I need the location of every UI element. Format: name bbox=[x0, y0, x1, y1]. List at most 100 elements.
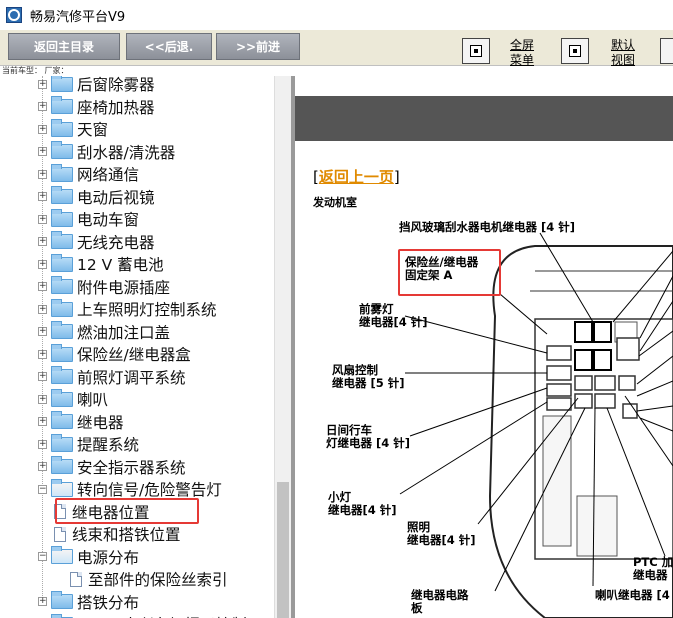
relay-slot bbox=[546, 365, 572, 381]
expand-icon[interactable]: + bbox=[38, 304, 47, 314]
collapse-icon[interactable]: − bbox=[38, 484, 47, 494]
folder-icon bbox=[51, 96, 73, 114]
tree-item[interactable]: + 安全指示器系统 bbox=[38, 456, 186, 478]
relay-slot bbox=[593, 349, 612, 371]
label-windshield-wiper-relay: 挡风玻璃刮水器电机继电器 [4 针] bbox=[399, 220, 576, 234]
fullscreen-menu-label[interactable]: 全屏 菜单 bbox=[510, 38, 534, 68]
label-ptc-relay: PTC 加继电器 bbox=[633, 555, 673, 582]
label-fog-lamp-relay: 前雾灯 继电器[4 针] bbox=[359, 302, 428, 329]
expand-icon[interactable]: + bbox=[38, 327, 47, 336]
title-bar: 畅易汽修平台V9 bbox=[0, 0, 673, 30]
content-pane: [返回上一页] 发动机室 挡风玻璃刮水器电机继电器 [4 针] 保险丝/继电器 … bbox=[295, 76, 673, 618]
tree-item[interactable]: + 保险丝/继电器盒 bbox=[38, 343, 191, 365]
tree-item[interactable]: + 座椅加热器 bbox=[38, 96, 155, 118]
tree-scrollbar-thumb[interactable] bbox=[277, 482, 289, 618]
tree-item[interactable]: + 燃油加注口盖 bbox=[38, 321, 170, 343]
tree-item[interactable]: + 搭铁分布 bbox=[38, 591, 139, 613]
folder-icon bbox=[51, 321, 73, 339]
expand-icon[interactable]: + bbox=[38, 372, 47, 381]
expand-icon[interactable]: + bbox=[38, 214, 47, 224]
tree-item[interactable]: + 后窗除雾器 bbox=[38, 76, 155, 95]
folder-icon bbox=[51, 118, 73, 137]
relay-slot bbox=[546, 397, 572, 411]
tree-scrollbar[interactable] bbox=[274, 76, 291, 618]
fullscreen-icon bbox=[470, 45, 482, 57]
folder-icon bbox=[51, 276, 73, 294]
relay-slot bbox=[594, 393, 616, 409]
expand-icon[interactable]: + bbox=[38, 439, 47, 449]
tree-item[interactable]: +12 V 蓄电池 bbox=[38, 253, 164, 275]
tree-item[interactable]: + 上车照明灯控制系统 bbox=[38, 298, 217, 320]
tree-item[interactable]: − 转向信号/危险警告灯 bbox=[38, 478, 222, 500]
relay-slot bbox=[574, 321, 593, 343]
tree-item[interactable]: + 无线充电器 bbox=[38, 231, 155, 253]
tree-item[interactable]: + 电动后视镜 bbox=[38, 186, 155, 208]
expand-icon[interactable]: + bbox=[38, 147, 47, 156]
tree-item-label: 保险丝/继电器盒 bbox=[77, 346, 191, 364]
home-button[interactable]: 返回主目录 bbox=[8, 33, 120, 60]
expand-icon[interactable]: + bbox=[38, 349, 47, 359]
tree-item-label: 提醒系统 bbox=[77, 436, 140, 454]
folder-icon bbox=[51, 186, 73, 204]
tree-item[interactable]: 至部件的保险丝索引 bbox=[70, 568, 228, 590]
tree-item[interactable]: + 附件电源插座 bbox=[38, 276, 170, 298]
tree-item-label: 燃油加注口盖 bbox=[77, 323, 171, 342]
expand-icon[interactable]: + bbox=[38, 124, 47, 134]
expand-icon[interactable]: + bbox=[38, 237, 47, 246]
forward-button[interactable]: >>前进 bbox=[216, 33, 300, 60]
selected-item-highlight bbox=[55, 497, 199, 524]
tree-item-label: [PTC] 赤兴车钉扭码控制 bbox=[77, 613, 247, 618]
tree-item[interactable]: 线束和搭铁位置 bbox=[54, 523, 181, 545]
tree-item[interactable]: +[PTC] 赤兴车钉扭码控制 bbox=[38, 613, 247, 618]
folder-open-icon bbox=[51, 478, 73, 497]
label-relay-circuit-board: 继电器电路板 bbox=[411, 588, 469, 615]
relay-location-diagram bbox=[399, 232, 673, 618]
expand-icon[interactable]: + bbox=[38, 394, 47, 404]
expand-icon[interactable]: + bbox=[38, 102, 47, 111]
document-icon bbox=[54, 526, 66, 542]
expand-icon[interactable]: + bbox=[38, 282, 47, 291]
label-drl-relay: 日间行车 灯继电器 [4 针] bbox=[326, 423, 411, 450]
fuse-relay-bracket-highlight bbox=[398, 249, 501, 296]
expand-icon[interactable]: + bbox=[38, 417, 47, 426]
tree-item-label: 座椅加热器 bbox=[77, 98, 155, 117]
tree-item-label: 喇叭 bbox=[77, 391, 109, 409]
relay-slot bbox=[574, 375, 593, 391]
tree-item[interactable]: − 电源分布 bbox=[38, 546, 139, 568]
folder-icon bbox=[51, 456, 73, 474]
app-logo-icon bbox=[6, 7, 22, 23]
default-view-label[interactable]: 默认 视图 bbox=[611, 38, 635, 68]
tree-item[interactable]: + 刮水器/清洗器 bbox=[38, 141, 175, 163]
toolbar: 返回主目录 <<后退. >>前进 全屏 菜单 默认 视图 bbox=[0, 30, 673, 68]
tree-item-label: 搭铁分布 bbox=[77, 593, 140, 612]
tree-item[interactable]: + 喇叭 bbox=[38, 388, 108, 410]
expand-icon[interactable]: + bbox=[38, 169, 47, 179]
tree-item[interactable]: + 网络通信 bbox=[38, 163, 139, 185]
relay-slot bbox=[618, 375, 636, 391]
expand-icon[interactable]: + bbox=[38, 597, 47, 606]
folder-icon bbox=[51, 231, 73, 249]
tree-item[interactable]: + 提醒系统 bbox=[38, 433, 139, 455]
vehicle-status-line: 当前车型： 厂家： bbox=[0, 66, 673, 76]
collapse-icon[interactable]: − bbox=[38, 552, 47, 561]
label-fan-control-relay: 风扇控制 继电器 [5 针] bbox=[332, 363, 405, 390]
expand-icon[interactable]: + bbox=[38, 192, 47, 201]
fullscreen-menu-button[interactable] bbox=[462, 38, 490, 64]
expand-icon[interactable]: + bbox=[38, 79, 47, 89]
tree-item[interactable]: + 继电器 bbox=[38, 411, 124, 433]
tree-item-label: 电源分布 bbox=[77, 548, 140, 567]
tree-item-label: 安全指示器系统 bbox=[77, 458, 186, 477]
tree-item-label: 12 V 蓄电池 bbox=[77, 256, 164, 274]
more-view-button[interactable] bbox=[660, 38, 673, 64]
tree-item[interactable]: + 天窗 bbox=[38, 118, 108, 140]
default-view-button[interactable] bbox=[561, 38, 589, 64]
folder-icon bbox=[51, 411, 73, 429]
expand-icon[interactable]: + bbox=[38, 259, 47, 269]
label-illumination-relay: 照明 继电器[4 针] bbox=[407, 520, 476, 547]
tree-item[interactable]: + 前照灯调平系统 bbox=[38, 366, 186, 388]
folder-icon bbox=[51, 366, 73, 384]
back-button[interactable]: <<后退. bbox=[126, 33, 212, 60]
tree-item[interactable]: + 电动车窗 bbox=[38, 208, 139, 230]
expand-icon[interactable]: + bbox=[38, 462, 47, 471]
fuse-strip-left bbox=[542, 415, 572, 547]
